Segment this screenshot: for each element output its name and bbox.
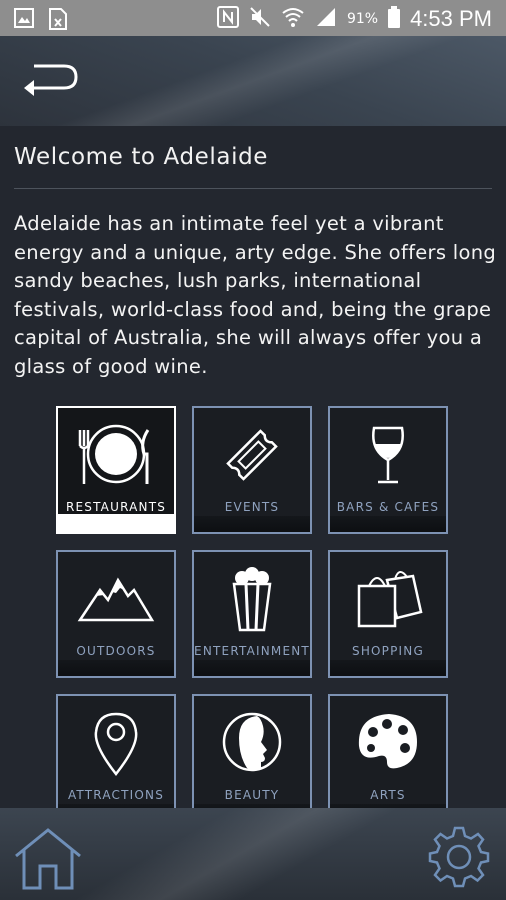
gear-icon [428, 826, 490, 888]
tile-footer [330, 516, 446, 532]
tile-footer [194, 660, 310, 676]
back-button[interactable] [18, 58, 80, 102]
settings-button[interactable] [426, 824, 492, 890]
category-tile-bars-cafes[interactable]: BARS & CAFES [328, 406, 448, 534]
tile-label: ARTS [370, 788, 406, 802]
mountains-icon [58, 564, 174, 640]
title-divider [14, 188, 492, 189]
tile-label: ENTERTAINMENT [194, 644, 310, 658]
battery-icon [388, 6, 401, 32]
tile-label: BEAUTY [224, 788, 280, 802]
battery-percentage: 91% [346, 11, 379, 27]
mute-icon [249, 6, 271, 32]
category-tile-beauty[interactable]: BEAUTY [192, 694, 312, 822]
palette-icon [330, 708, 446, 784]
tile-footer [194, 516, 310, 532]
face-profile-icon [194, 708, 310, 784]
category-tile-attractions[interactable]: ATTRACTIONS [56, 694, 176, 822]
image-icon [14, 8, 34, 34]
category-tile-shopping[interactable]: SHOPPING [328, 550, 448, 678]
home-icon [15, 828, 81, 890]
file-excel-icon [48, 8, 68, 34]
bottom-bar [0, 808, 506, 900]
category-tile-arts[interactable]: ARTS [328, 694, 448, 822]
popcorn-icon [194, 564, 310, 640]
tile-label: EVENTS [224, 500, 280, 514]
tile-footer [58, 660, 174, 676]
tile-footer [58, 514, 174, 532]
map-pin-icon [58, 708, 174, 784]
home-button[interactable] [12, 826, 84, 892]
shopping-bags-icon [330, 564, 446, 640]
tile-label: ATTRACTIONS [67, 788, 165, 802]
wine-glass-icon [330, 420, 446, 496]
intro-text: Adelaide has an intimate feel yet a vibr… [14, 212, 497, 378]
category-tile-entertainment[interactable]: ENTERTAINMENT [192, 550, 312, 678]
tile-label: SHOPPING [352, 644, 424, 658]
status-bar: 91% 4:53 PM [0, 0, 506, 36]
clock: 4:53 PM [410, 6, 492, 31]
page-title: Welcome to Adelaide [14, 144, 269, 170]
wifi-icon [281, 6, 305, 32]
back-arrow-icon [24, 64, 78, 96]
main-content: Welcome to Adelaide Adelaide has an inti… [0, 126, 506, 822]
category-tile-outdoors[interactable]: OUTDOORS [56, 550, 176, 678]
category-tile-restaurants[interactable]: RESTAURANTS [56, 406, 176, 534]
tile-label: RESTAURANTS [65, 500, 167, 514]
plate-cutlery-icon [58, 420, 174, 496]
tile-label: BARS & CAFES [336, 500, 440, 514]
tile-footer [330, 660, 446, 676]
category-tile-events[interactable]: EVENTS [192, 406, 312, 534]
tile-label: OUTDOORS [76, 644, 156, 658]
nfc-icon [216, 6, 239, 32]
app-header [0, 36, 506, 126]
signal-icon [315, 6, 337, 32]
ticket-icon [194, 420, 310, 496]
